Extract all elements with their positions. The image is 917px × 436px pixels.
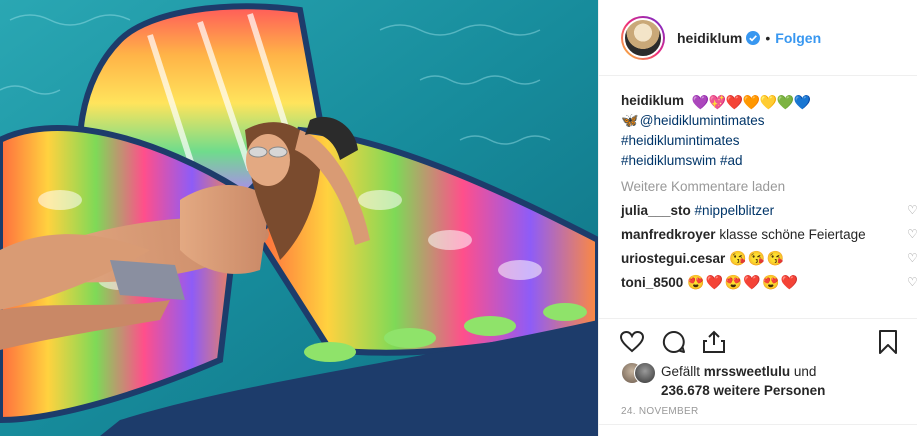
instagram-post: heidiklum • Folgen heidiklum 💜 💖 ❤️ 🧡 💛 … bbox=[0, 0, 917, 436]
comment-emojis: 😍 ❤️ 😍 ❤️ 😍 ❤️ bbox=[687, 274, 799, 290]
comment-emojis: 😘 😘 😘 bbox=[729, 250, 785, 266]
kiss-face-icon: 😘 bbox=[766, 250, 785, 266]
heart-outline-icon[interactable] bbox=[619, 329, 645, 355]
comment-like-icon[interactable]: ♡ bbox=[907, 204, 917, 217]
kiss-face-icon: 😘 bbox=[747, 250, 766, 266]
likes-summary: Gefällt mrssweetlulu und 236.678 weitere… bbox=[621, 362, 825, 402]
red-heart-icon: ❤️ bbox=[725, 94, 744, 110]
caption-line-2: 🦋 @heidiklumintimates bbox=[621, 111, 906, 131]
comment-row: julia___sto #nippelblitzer ♡ bbox=[621, 200, 917, 224]
likes-text: Gefällt mrssweetlulu und 236.678 weitere… bbox=[661, 362, 825, 400]
butterfly-icon: 🦋 bbox=[621, 112, 639, 128]
load-more-comments-button[interactable]: Weitere Kommentare laden bbox=[621, 179, 906, 194]
comment-username[interactable]: toni_8500 bbox=[621, 275, 683, 290]
hashtag-link-2[interactable]: #heidiklumswim #ad bbox=[621, 151, 906, 171]
comment-icon[interactable] bbox=[661, 329, 687, 355]
post-side-panel: heidiklum • Folgen heidiklum 💜 💖 ❤️ 🧡 💛 … bbox=[598, 0, 917, 436]
comment-username[interactable]: manfredkroyer bbox=[621, 227, 716, 242]
purple-heart-icon: 💜 bbox=[691, 94, 710, 110]
caption-line-1: heidiklum 💜 💖 ❤️ 🧡 💛 💚 💙 bbox=[621, 91, 906, 111]
bookmark-icon[interactable] bbox=[875, 329, 901, 355]
heart-eyes-face-icon: 😍 bbox=[724, 274, 743, 290]
comment-text: klasse schöne Feiertage bbox=[719, 227, 866, 242]
comments-section: heidiklum 💜 💖 ❤️ 🧡 💛 💚 💙 🦋 @heidiklumint… bbox=[621, 91, 917, 296]
comment-row: uriostegui.cesar 😘 😘 😘 ♡ bbox=[621, 248, 917, 272]
comment-like-icon[interactable]: ♡ bbox=[907, 228, 917, 241]
heart-eyes-face-icon: 😍 bbox=[762, 274, 780, 290]
post-header: heidiklum • Folgen bbox=[599, 0, 917, 76]
likes-middle: und bbox=[790, 364, 817, 379]
blue-heart-icon: 💙 bbox=[793, 94, 812, 110]
follow-button[interactable]: Folgen bbox=[775, 30, 821, 46]
heart-eyes-face-icon: 😍 bbox=[687, 274, 705, 290]
green-heart-icon: 💚 bbox=[776, 94, 795, 110]
post-date[interactable]: 24. NOVEMBER bbox=[621, 406, 699, 417]
comment-row: toni_8500 😍 ❤️ 😍 ❤️ 😍 ❤️ ♡ bbox=[621, 272, 917, 296]
comment-username[interactable]: julia___sto bbox=[621, 203, 691, 218]
comment-like-icon[interactable]: ♡ bbox=[907, 252, 917, 265]
verified-badge-icon bbox=[746, 30, 761, 45]
red-heart-icon: ❤️ bbox=[743, 274, 761, 290]
pink-heart-icon: 💖 bbox=[708, 94, 727, 110]
caption-username[interactable]: heidiklum bbox=[621, 93, 684, 108]
author-username[interactable]: heidiklum bbox=[677, 30, 742, 46]
mention-link[interactable]: @heidiklumintimates bbox=[640, 113, 765, 128]
red-heart-icon: ❤️ bbox=[780, 274, 799, 290]
orange-heart-icon: 🧡 bbox=[742, 94, 761, 110]
liker-avatars bbox=[621, 362, 657, 386]
kiss-face-icon: 😘 bbox=[729, 250, 747, 266]
pool-float-photo bbox=[0, 0, 598, 436]
comment-text[interactable]: #nippelblitzer bbox=[695, 203, 775, 218]
share-icon[interactable] bbox=[701, 329, 727, 355]
hashtag-link-1[interactable]: #heidiklumintimates bbox=[621, 131, 906, 151]
red-heart-icon: ❤️ bbox=[705, 274, 724, 290]
author-avatar[interactable] bbox=[621, 15, 665, 60]
action-bar bbox=[599, 318, 917, 362]
comment-like-icon[interactable]: ♡ bbox=[907, 276, 917, 289]
post-photo[interactable] bbox=[0, 0, 598, 436]
yellow-heart-icon: 💛 bbox=[759, 94, 778, 110]
likes-count[interactable]: 236.678 weitere Personen bbox=[661, 383, 825, 398]
comment-username[interactable]: uriostegui.cesar bbox=[621, 251, 725, 266]
comment-input-divider bbox=[599, 424, 917, 425]
liker-avatar[interactable] bbox=[634, 362, 656, 384]
comment-row: manfredkroyer klasse schöne Feiertage ♡ bbox=[621, 224, 917, 248]
caption-emoji-row: 💜 💖 ❤️ 🧡 💛 💚 💙 bbox=[691, 94, 812, 110]
header-separator: • bbox=[765, 29, 771, 46]
liker-username[interactable]: mrssweetlulu bbox=[704, 364, 790, 379]
likes-prefix: Gefällt bbox=[661, 364, 704, 379]
avatar-image bbox=[623, 17, 663, 58]
